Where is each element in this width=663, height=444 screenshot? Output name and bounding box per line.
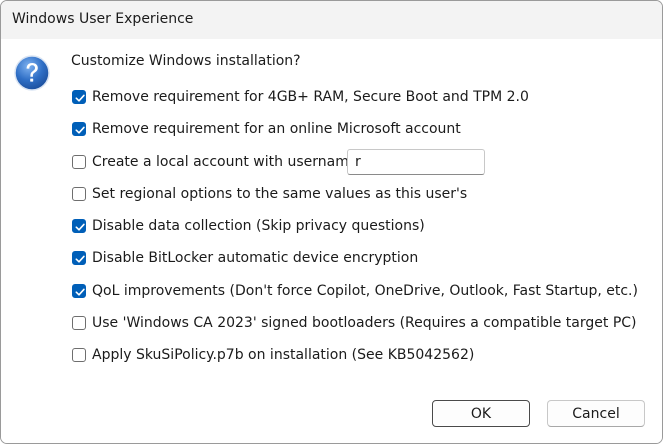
checkbox-checked[interactable] [72,219,86,233]
option-label: Remove requirement for an online Microso… [92,121,461,137]
question-icon [14,55,50,91]
checkbox-checked[interactable] [72,251,86,265]
checkbox-unchecked[interactable] [72,348,86,362]
option-label: Disable data collection (Skip privacy qu… [92,218,425,234]
option-label: Use 'Windows CA 2023' signed bootloaders… [92,315,637,331]
option-label: Set regional options to the same values … [92,186,468,202]
option-apply-skusipolicy[interactable]: Apply SkuSiPolicy.p7b on installation (S… [72,344,474,366]
title-bar[interactable]: Windows User Experience [1,1,662,39]
window-title: Windows User Experience [12,11,194,27]
option-qol-improvements[interactable]: QoL improvements (Don't force Copilot, O… [72,280,638,302]
ok-button[interactable]: OK [432,400,530,427]
option-disable-data-collection[interactable]: Disable data collection (Skip privacy qu… [72,215,425,237]
username-input[interactable] [347,149,485,175]
option-regional-settings[interactable]: Set regional options to the same values … [72,183,467,205]
checkbox-checked[interactable] [72,90,86,104]
dialog-content: Customize Windows installation? Remove r… [1,39,662,443]
checkbox-unchecked[interactable] [72,155,86,169]
dialog-prompt: Customize Windows installation? [71,53,301,69]
cancel-button[interactable]: Cancel [547,400,645,427]
option-label: Disable BitLocker automatic device encry… [92,250,419,266]
checkbox-checked[interactable] [72,122,86,136]
option-label: QoL improvements (Don't force Copilot, O… [92,283,638,299]
option-label: Remove requirement for 4GB+ RAM, Secure … [92,89,529,105]
checkbox-unchecked[interactable] [72,316,86,330]
checkbox-unchecked[interactable] [72,187,86,201]
option-label: Create a local account with username: [92,154,363,170]
checkbox-checked[interactable] [72,284,86,298]
option-disable-bitlocker[interactable]: Disable BitLocker automatic device encry… [72,247,418,269]
option-label: Apply SkuSiPolicy.p7b on installation (S… [92,347,475,363]
option-remove-online-account[interactable]: Remove requirement for an online Microso… [72,118,461,140]
option-ca-2023-bootloaders[interactable]: Use 'Windows CA 2023' signed bootloaders… [72,312,637,334]
dialog-window: Windows User Experience Customize Window… [0,0,663,444]
option-create-local-account[interactable]: Create a local account with username: [72,151,362,173]
option-remove-hardware-requirements[interactable]: Remove requirement for 4GB+ RAM, Secure … [72,86,529,108]
